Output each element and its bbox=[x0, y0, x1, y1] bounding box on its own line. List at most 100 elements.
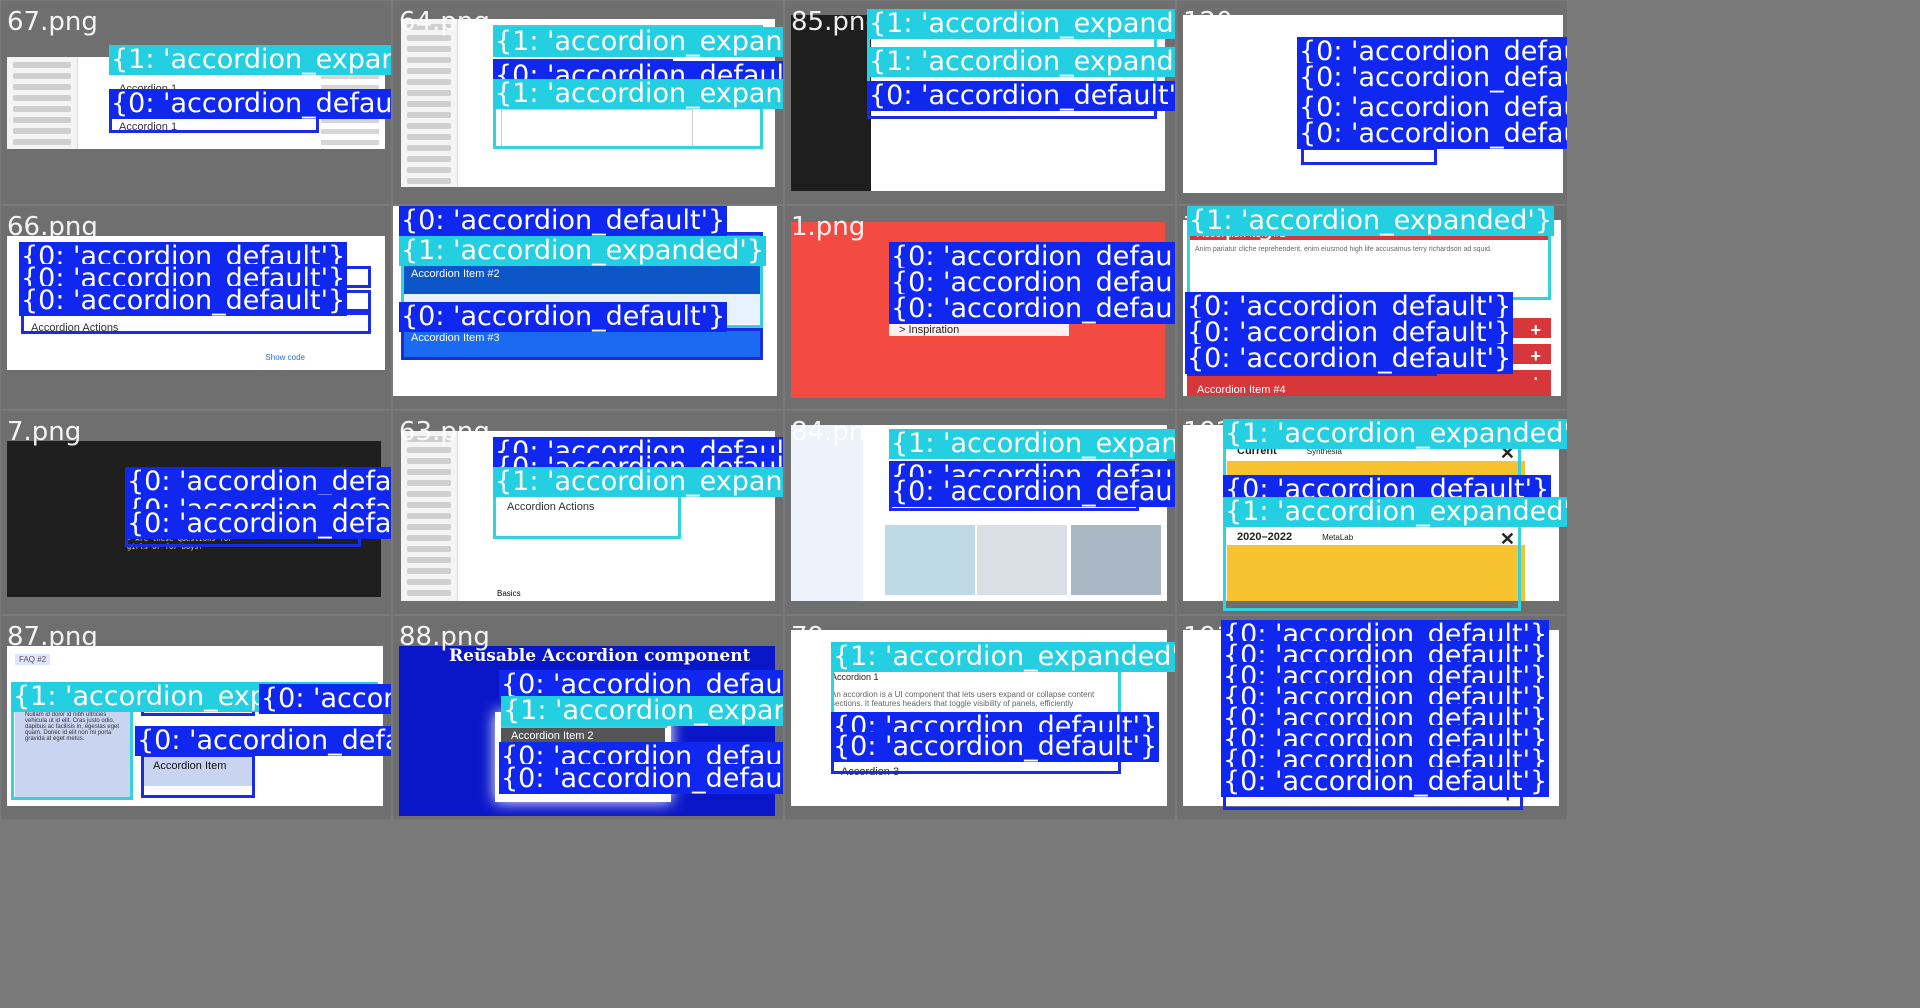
label-expanded: {1: 'accordion_expanded'} bbox=[889, 429, 1175, 459]
label-default: {0: 'accordion_default'} bbox=[399, 206, 728, 236]
label-expanded: {1: 'accordion_expanded'} bbox=[493, 27, 783, 57]
sidebar-item[interactable] bbox=[407, 502, 451, 508]
sidebar-item[interactable] bbox=[407, 79, 451, 85]
tile: 76.pngAccordion Item #1Anim pariatur cli… bbox=[1177, 206, 1567, 409]
sidebar-item[interactable] bbox=[407, 447, 451, 453]
right-panel-item bbox=[321, 140, 379, 145]
label-default: {0: 'accordion_default'} bbox=[1297, 63, 1567, 93]
sidebar-item[interactable] bbox=[407, 156, 451, 162]
sidebar-item[interactable] bbox=[407, 524, 451, 530]
accordion-default-box bbox=[141, 754, 255, 798]
label-default: {0: 'accordion_default'} bbox=[19, 285, 348, 316]
tile: 63.png Accordion Actions Basics {0: 'accord… bbox=[393, 411, 783, 614]
label-default: {0: 'accordion_default'} bbox=[867, 81, 1175, 111]
sidebar-item[interactable] bbox=[407, 68, 451, 74]
sidebar-item[interactable] bbox=[13, 106, 71, 112]
sidebar-item[interactable] bbox=[407, 178, 451, 184]
label-default: {0: 'accordion_default'} bbox=[1221, 766, 1550, 797]
sidebar-item[interactable] bbox=[407, 458, 451, 464]
sidebar-item[interactable] bbox=[407, 134, 451, 140]
label-expanded: {1: 'accordion_expanded'} bbox=[831, 642, 1175, 672]
image-forest bbox=[977, 525, 1067, 595]
label-default: {0: 'accordion_default'} bbox=[831, 731, 1160, 762]
label-expanded: {1: 'accordion_expanded'} bbox=[1223, 419, 1567, 449]
sidebar-item[interactable] bbox=[407, 579, 451, 585]
tile: 87.pngFAQ #2Accordion ItemNullam id dolo… bbox=[1, 616, 391, 819]
show-code-link[interactable]: Show code bbox=[265, 353, 305, 362]
label-default: {0: 'accordion_default'} bbox=[399, 301, 728, 332]
accordion-expanded-box bbox=[1223, 521, 1521, 611]
tile-filename: 84.png bbox=[791, 417, 882, 447]
sidebar-item[interactable] bbox=[407, 535, 451, 541]
tile: 79.png Accordion 1 An accordion is a UI co… bbox=[785, 616, 1175, 819]
sidebar-item[interactable] bbox=[407, 568, 451, 574]
sidebar-item[interactable] bbox=[407, 469, 451, 475]
sidebar-item[interactable] bbox=[407, 123, 451, 129]
label-expanded: {1: 'accordion_expanded'} bbox=[109, 45, 391, 75]
sidebar-item[interactable] bbox=[407, 112, 451, 118]
sidebar-item[interactable] bbox=[13, 95, 71, 101]
tile: 66.png Accordion Actions Show code {0: 'acc… bbox=[1, 206, 391, 409]
label-expanded: {1: 'accordion_expanded'} bbox=[493, 467, 783, 497]
accordion-expanded-box bbox=[493, 493, 681, 539]
sidebar-item[interactable] bbox=[13, 117, 71, 123]
tile: 120.png{0: 'accordion_default'}{0: 'acco… bbox=[1177, 1, 1567, 204]
plus-icon: + bbox=[1530, 320, 1541, 340]
tile: 192.pngCurrentSynthesia✕2020–2022MetaLab… bbox=[1177, 411, 1567, 614]
label-expanded: {1: 'accordion_expanded'} bbox=[399, 235, 767, 266]
sidebar bbox=[401, 19, 458, 187]
sidebar-item[interactable] bbox=[407, 57, 451, 63]
sidebar-item[interactable] bbox=[407, 513, 451, 519]
sidebar-item[interactable] bbox=[407, 90, 451, 96]
tile: 67.pngAccordion 1Accordion 1{1: 'accordi… bbox=[1, 1, 391, 204]
sidebar-item[interactable] bbox=[407, 590, 451, 596]
label-default: {0: 'accordion_default'} bbox=[499, 764, 783, 794]
sidebar-item[interactable] bbox=[13, 62, 71, 68]
section-heading: Basics bbox=[497, 589, 521, 598]
label-expanded: {1: 'accordion_expanded'} bbox=[501, 696, 783, 726]
label-default: {0: 'accordion_default'} bbox=[889, 477, 1175, 507]
tile-filename: 7.png bbox=[7, 417, 82, 447]
tile-filename: 67.png bbox=[7, 7, 98, 37]
label-default: {0: 'accordion_default'} bbox=[125, 509, 391, 539]
sidebar-item[interactable] bbox=[407, 145, 451, 151]
sidebar-item[interactable] bbox=[13, 84, 71, 90]
label-expanded: {1: 'accordion_expanded'} bbox=[867, 47, 1175, 77]
label-default: {0: 'accordion_default'} bbox=[1297, 119, 1567, 149]
sidebar-item[interactable] bbox=[407, 491, 451, 497]
label-expanded: {1: 'accordion_expanded'} bbox=[1223, 497, 1567, 527]
sidebar bbox=[401, 431, 458, 601]
faq-badge: FAQ #2 bbox=[15, 654, 51, 665]
image-mountain bbox=[1071, 525, 1161, 595]
tile-filename: 64.png bbox=[399, 7, 490, 37]
label-expanded: {1: 'accordion_expanded'} bbox=[867, 9, 1175, 39]
label-default: {0: 'accordion_default'} bbox=[259, 684, 391, 714]
page-title: Reusable Accordion component bbox=[449, 646, 751, 666]
sidebar-item[interactable] bbox=[407, 546, 451, 552]
sidebar-item[interactable] bbox=[407, 557, 451, 563]
tile-filename: 88.png bbox=[399, 622, 490, 652]
block-panel bbox=[791, 425, 863, 601]
tile: 1.png> Inspiration{0: 'accordion_default… bbox=[785, 206, 1175, 409]
accordion-default-box bbox=[1301, 147, 1437, 165]
sidebar-item[interactable] bbox=[13, 73, 71, 79]
sidebar-item[interactable] bbox=[13, 128, 71, 134]
settings-panel bbox=[791, 15, 871, 191]
accordion-header[interactable]: Accordion Item #4 bbox=[1187, 380, 1551, 396]
tile-filename: 87.png bbox=[7, 622, 98, 652]
accordion-default-box bbox=[401, 328, 763, 360]
sidebar-item[interactable] bbox=[407, 101, 451, 107]
image-lake bbox=[885, 525, 975, 595]
sidebar-item[interactable] bbox=[407, 167, 451, 173]
sidebar bbox=[7, 57, 78, 149]
label-expanded: {1: 'accordion_expanded'} bbox=[493, 79, 783, 109]
sidebar-item[interactable] bbox=[13, 139, 71, 145]
tile: 64.png{1: 'accordion_expanded'}{0: 'acco… bbox=[393, 1, 783, 204]
label-default: {0: 'accordion_default'} bbox=[1185, 343, 1514, 374]
label-default: {0: 'accordion_default'} bbox=[125, 467, 391, 497]
tile-filename: 63.png bbox=[399, 417, 490, 447]
label-expanded: {1: 'accordion_expanded'} bbox=[1187, 206, 1555, 236]
sidebar-item[interactable] bbox=[407, 480, 451, 486]
tile: ?.pngAccordion Item #2Accordion Item #3{… bbox=[393, 206, 783, 409]
sidebar-item[interactable] bbox=[407, 46, 451, 52]
